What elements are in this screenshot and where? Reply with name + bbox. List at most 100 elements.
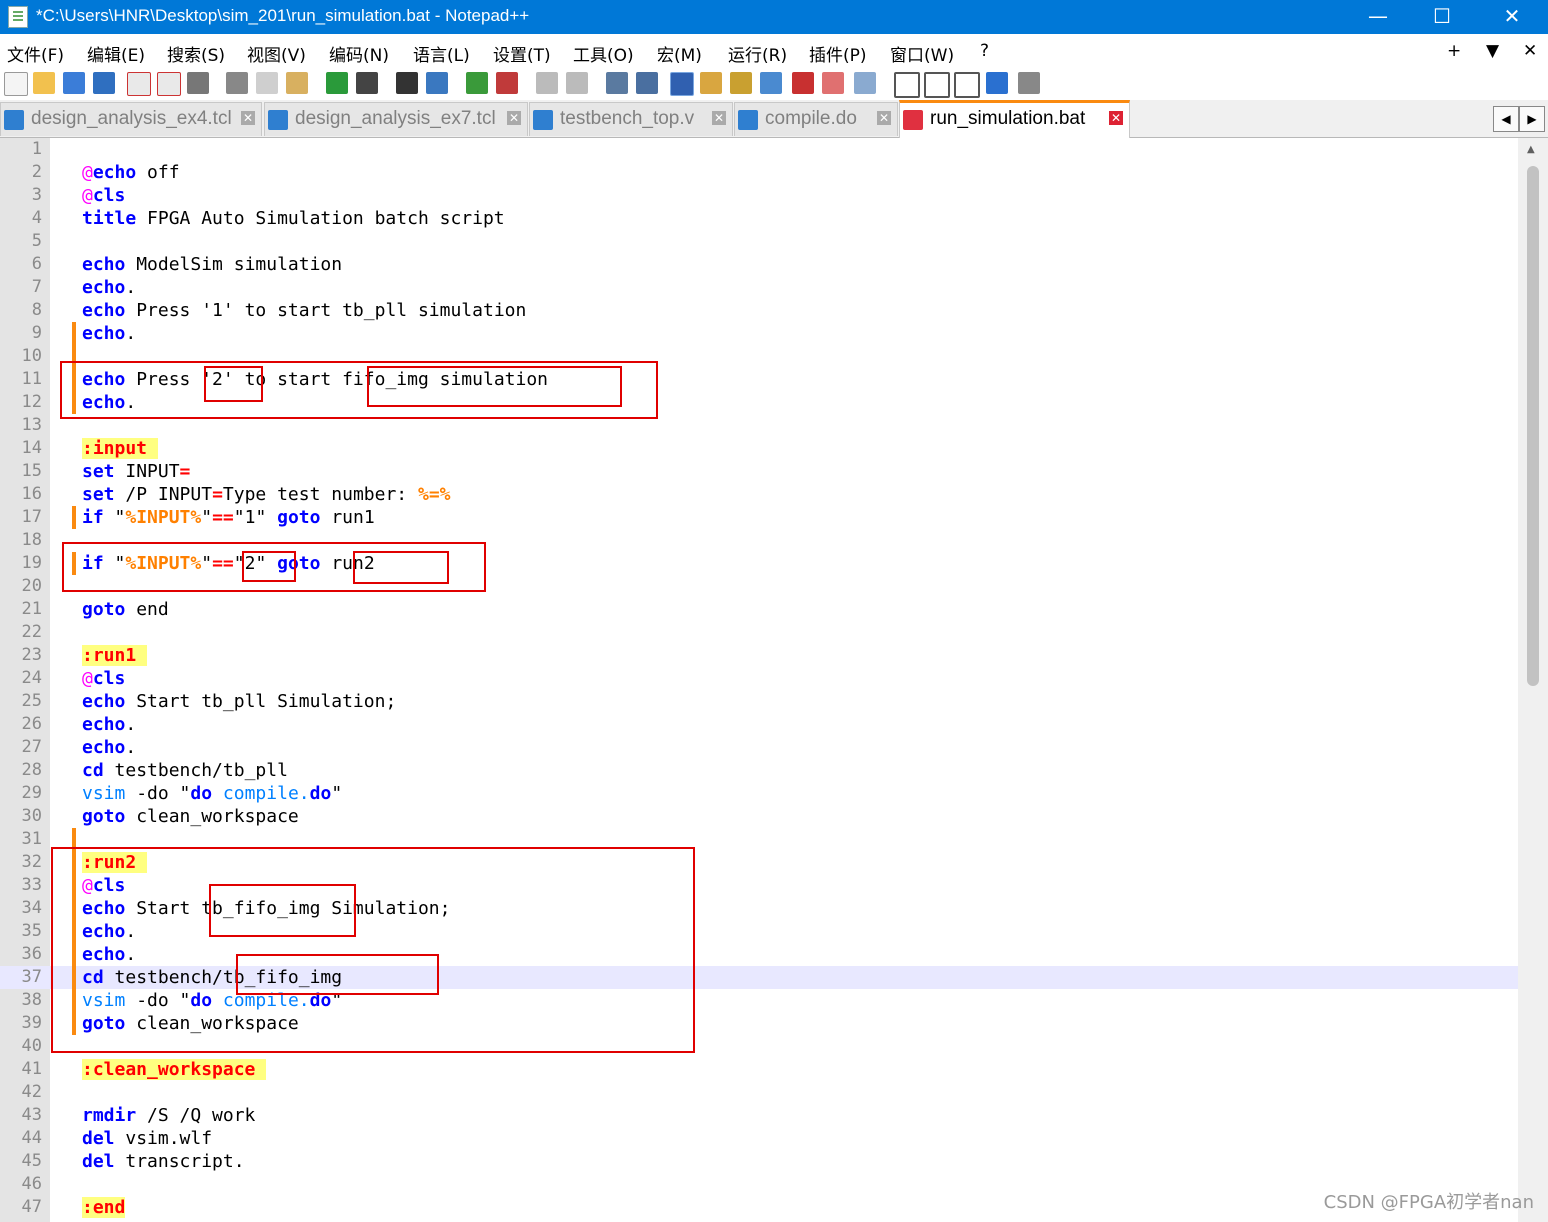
- code-line[interactable]: 33 @cls: [0, 874, 1518, 897]
- code-line[interactable]: 22: [0, 621, 1518, 644]
- menu-macro[interactable]: 宏(M): [657, 41, 702, 66]
- code-line[interactable]: 30 goto clean_workspace: [0, 805, 1518, 828]
- vertical-scrollbar[interactable]: ▲: [1518, 138, 1548, 1222]
- run-macro-multiple-icon[interactable]: [986, 72, 1008, 94]
- cut-icon[interactable]: [226, 72, 248, 94]
- code-editor[interactable]: 1 2 @echo off 3 @cls 4 title FPGA Auto Simulat…: [0, 138, 1518, 1222]
- code-line[interactable]: 14:input: [0, 437, 1518, 460]
- new-document-plus-button[interactable]: +: [1447, 41, 1461, 61]
- print-icon[interactable]: [187, 72, 209, 94]
- document-map-icon[interactable]: [730, 72, 752, 94]
- code-line[interactable]: 6 echo ModelSim simulation: [0, 253, 1518, 276]
- code-line[interactable]: 37 cd testbench/tb_fifo_img: [0, 966, 1518, 989]
- tab-testbench-top[interactable]: testbench_top.v ✕: [529, 102, 733, 136]
- maximize-button[interactable]: ☐: [1408, 0, 1476, 34]
- code-line[interactable]: 15 set INPUT=: [0, 460, 1518, 483]
- playback-macro-icon[interactable]: [954, 72, 980, 98]
- code-line[interactable]: 25 echo Start tb_pll Simulation;: [0, 690, 1518, 713]
- monitoring-icon[interactable]: [822, 72, 844, 94]
- code-line[interactable]: 9 echo.: [0, 322, 1518, 345]
- scroll-up-icon[interactable]: ▲: [1527, 144, 1535, 155]
- document-list-dropdown-button[interactable]: ▼: [1486, 41, 1499, 61]
- menu-tools[interactable]: 工具(O): [573, 41, 634, 66]
- code-line[interactable]: 38 vsim -do "do compile.do": [0, 989, 1518, 1012]
- code-line[interactable]: 42: [0, 1081, 1518, 1104]
- menu-help[interactable]: ?: [980, 41, 989, 61]
- code-line[interactable]: 8 echo Press '1' to start tb_pll simulati…: [0, 299, 1518, 322]
- menu-file[interactable]: 文件(F): [7, 41, 64, 66]
- menu-edit[interactable]: 编辑(E): [87, 41, 145, 66]
- code-line[interactable]: 41:clean_workspace: [0, 1058, 1518, 1081]
- close-icon[interactable]: ✕: [1109, 111, 1123, 125]
- new-file-icon[interactable]: [4, 72, 28, 96]
- tab-scroll-right-button[interactable]: ▶: [1519, 106, 1545, 132]
- code-line[interactable]: 35 echo.: [0, 920, 1518, 943]
- paste-icon[interactable]: [286, 72, 308, 94]
- save-all-icon[interactable]: [93, 72, 115, 94]
- close-icon[interactable]: ✕: [241, 111, 255, 125]
- close-document-button[interactable]: ✕: [1523, 41, 1537, 61]
- code-line[interactable]: 21 goto end: [0, 598, 1518, 621]
- code-line[interactable]: 13: [0, 414, 1518, 437]
- copy-icon[interactable]: [256, 72, 278, 94]
- sync-vertical-icon[interactable]: [536, 72, 558, 94]
- menu-search[interactable]: 搜索(S): [167, 41, 225, 66]
- close-button[interactable]: ✕: [1478, 0, 1546, 34]
- tab-run-simulation-bat[interactable]: run_simulation.bat ✕: [899, 100, 1130, 140]
- code-line[interactable]: 11 echo Press '2' to start fifo_img simul…: [0, 368, 1518, 391]
- stop-recording-icon[interactable]: [924, 72, 950, 98]
- sync-horizontal-icon[interactable]: [566, 72, 588, 94]
- menu-run[interactable]: 运行(R): [728, 41, 787, 66]
- user-language-icon[interactable]: [700, 72, 722, 94]
- function-list-icon[interactable]: [760, 72, 782, 94]
- record-macro-icon[interactable]: [894, 72, 920, 98]
- code-line[interactable]: 32:run2: [0, 851, 1518, 874]
- redo-icon[interactable]: [356, 72, 378, 94]
- code-line[interactable]: 12 echo.: [0, 391, 1518, 414]
- code-line[interactable]: 46: [0, 1173, 1518, 1196]
- code-line[interactable]: 10: [0, 345, 1518, 368]
- close-icon[interactable]: ✕: [712, 111, 726, 125]
- code-line[interactable]: 28 cd testbench/tb_pll: [0, 759, 1518, 782]
- code-line[interactable]: 31: [0, 828, 1518, 851]
- save-macro-icon[interactable]: [1018, 72, 1040, 94]
- close-icon[interactable]: ✕: [877, 111, 891, 125]
- scrollbar-thumb[interactable]: [1527, 166, 1539, 686]
- code-line[interactable]: 34 echo Start tb_fifo_img Simulation;: [0, 897, 1518, 920]
- show-all-characters-icon[interactable]: [636, 72, 658, 94]
- menu-plugins[interactable]: 插件(P): [809, 41, 867, 66]
- code-line[interactable]: 44 del vsim.wlf: [0, 1127, 1518, 1150]
- code-line[interactable]: 5: [0, 230, 1518, 253]
- find-icon[interactable]: [396, 72, 418, 94]
- tab-design-analysis-ex7[interactable]: design_analysis_ex7.tcl ✕: [264, 102, 528, 136]
- code-line[interactable]: 24 @cls: [0, 667, 1518, 690]
- code-line[interactable]: 23:run1: [0, 644, 1518, 667]
- word-wrap-icon[interactable]: [606, 72, 628, 94]
- close-all-icon[interactable]: [157, 72, 181, 96]
- code-line[interactable]: 29 vsim -do "do compile.do": [0, 782, 1518, 805]
- close-icon[interactable]: [127, 72, 151, 96]
- code-line[interactable]: 39 goto clean_workspace: [0, 1012, 1518, 1035]
- open-file-icon[interactable]: [33, 72, 55, 94]
- code-line[interactable]: 43 rmdir /S /Q work: [0, 1104, 1518, 1127]
- code-line[interactable]: 19 if "%INPUT%"=="2" goto run2: [0, 552, 1518, 575]
- code-line[interactable]: 17 if "%INPUT%"=="1" goto run1: [0, 506, 1518, 529]
- tab-compile-do[interactable]: compile.do ✕: [734, 102, 898, 136]
- code-line[interactable]: 4 title FPGA Auto Simulation batch script: [0, 207, 1518, 230]
- code-line[interactable]: 18: [0, 529, 1518, 552]
- folder-as-workspace-icon[interactable]: [792, 72, 814, 94]
- menu-encoding[interactable]: 编码(N): [329, 41, 389, 66]
- code-line[interactable]: 26 echo.: [0, 713, 1518, 736]
- zoom-out-icon[interactable]: [496, 72, 518, 94]
- zoom-in-icon[interactable]: [466, 72, 488, 94]
- save-icon[interactable]: [63, 72, 85, 94]
- menu-view[interactable]: 视图(V): [247, 41, 306, 66]
- code-line[interactable]: 45 del transcript.: [0, 1150, 1518, 1173]
- code-line[interactable]: 2 @echo off: [0, 161, 1518, 184]
- code-line[interactable]: 20: [0, 575, 1518, 598]
- undo-icon[interactable]: [326, 72, 348, 94]
- code-line[interactable]: 47:end: [0, 1196, 1518, 1219]
- code-line[interactable]: 7 echo.: [0, 276, 1518, 299]
- code-line[interactable]: 27 echo.: [0, 736, 1518, 759]
- menu-settings[interactable]: 设置(T): [493, 41, 551, 66]
